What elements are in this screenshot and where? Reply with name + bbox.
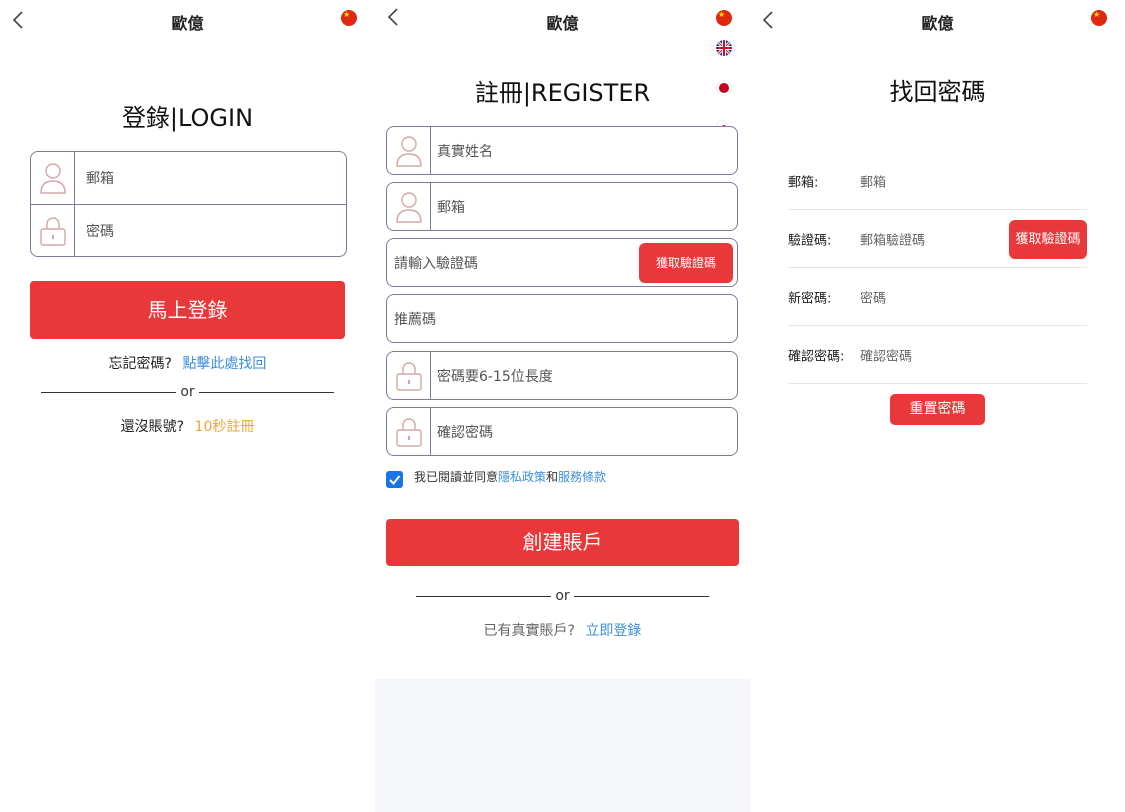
reset-password-button[interactable]: 重置密碼 bbox=[890, 394, 985, 425]
user-icon bbox=[387, 183, 431, 230]
email-code-input[interactable]: 郵箱驗證碼 bbox=[860, 229, 925, 248]
referral-placeholder: 推薦碼 bbox=[394, 311, 436, 328]
or-divider: or bbox=[0, 384, 375, 400]
code-row: 驗證碼: 郵箱驗證碼 獲取驗證碼 bbox=[788, 210, 1087, 268]
confirm-password-field[interactable]: 確認密碼 bbox=[386, 407, 738, 456]
register-link[interactable]: 10秒註冊 bbox=[195, 419, 255, 435]
or-text: or bbox=[180, 384, 195, 400]
email-field[interactable]: 郵箱 bbox=[31, 152, 346, 205]
login-screen: 歐億 登錄|LOGIN 郵箱 密碼 馬上登錄 忘記密碼? 點擊此處找回 or 還… bbox=[0, 0, 375, 812]
user-icon bbox=[387, 127, 431, 174]
flag-china-icon[interactable] bbox=[1091, 10, 1107, 26]
agreement-row: 我已閱讀並同意隱私政策和服務條款 bbox=[386, 470, 738, 490]
confirm-password-row: 確認密碼: 確認密碼 bbox=[788, 326, 1087, 384]
password-placeholder: 密碼 bbox=[86, 224, 114, 240]
privacy-policy-link[interactable]: 隱私政策 bbox=[498, 470, 546, 484]
reset-password-screen: 歐億 找回密碼 郵箱: 郵箱 驗證碼: 郵箱驗證碼 獲取驗證碼 新密碼: 密碼 … bbox=[750, 0, 1125, 812]
get-code-button[interactable]: 獲取驗證碼 bbox=[639, 243, 733, 283]
divider-line bbox=[415, 595, 551, 597]
or-divider: or bbox=[375, 588, 750, 604]
agreement-text: 我已閱讀並同意隱私政策和服務條款 bbox=[414, 470, 606, 484]
checkmark-icon bbox=[389, 475, 401, 485]
login-form-box: 郵箱 密碼 bbox=[30, 151, 347, 257]
password-placeholder: 密碼要6-15位長度 bbox=[437, 368, 553, 385]
email-placeholder: 郵箱 bbox=[86, 171, 114, 187]
email-row: 郵箱: 郵箱 bbox=[788, 152, 1087, 210]
new-password-input[interactable]: 密碼 bbox=[860, 287, 886, 306]
lock-icon bbox=[387, 352, 431, 399]
code-placeholder: 請輸入驗證碼 bbox=[394, 255, 478, 272]
login-title: 登錄|LOGIN bbox=[121, 104, 254, 132]
code-label: 驗證碼: bbox=[788, 233, 832, 248]
create-account-button[interactable]: 創建賬戶 bbox=[386, 519, 739, 566]
divider-line bbox=[40, 391, 176, 393]
or-text: or bbox=[555, 588, 570, 604]
forgot-row: 忘記密碼? 點擊此處找回 bbox=[0, 353, 375, 373]
new-password-label: 新密碼: bbox=[788, 291, 832, 306]
flag-uk-icon[interactable] bbox=[716, 40, 732, 56]
verification-code-field[interactable]: 請輸入驗證碼 獲取驗證碼 bbox=[386, 238, 738, 287]
get-code-button[interactable]: 獲取驗證碼 bbox=[1009, 220, 1087, 259]
password-field[interactable]: 密碼要6-15位長度 bbox=[386, 351, 738, 400]
forgot-password-link[interactable]: 點擊此處找回 bbox=[182, 356, 266, 372]
flag-china-icon[interactable] bbox=[341, 10, 357, 26]
register-screen: 歐億 註冊|REGISTER 真實姓名 郵箱 請輸入驗證碼 獲取驗證碼 推薦碼 … bbox=[375, 0, 750, 812]
register-title: 註冊|REGISTER bbox=[474, 79, 651, 107]
email-input[interactable]: 郵箱 bbox=[860, 171, 886, 190]
divider-line bbox=[574, 595, 710, 597]
agree-prefix: 我已閱讀並同意 bbox=[414, 470, 499, 484]
confirm-placeholder: 確認密碼 bbox=[437, 424, 493, 441]
header: 歐億 bbox=[0, 0, 375, 40]
confirm-password-input[interactable]: 確認密碼 bbox=[860, 345, 912, 364]
forgot-text: 忘記密碼? bbox=[108, 356, 172, 372]
flag-china-icon[interactable] bbox=[716, 10, 732, 26]
new-password-row: 新密碼: 密碼 bbox=[788, 268, 1087, 326]
email-field[interactable]: 郵箱 bbox=[386, 182, 738, 231]
confirm-password-label: 確認密碼: bbox=[788, 349, 845, 364]
email-placeholder: 郵箱 bbox=[437, 199, 465, 216]
user-icon bbox=[31, 152, 75, 205]
realname-placeholder: 真實姓名 bbox=[437, 143, 493, 160]
and-text: 和 bbox=[546, 470, 559, 484]
lock-icon bbox=[31, 205, 75, 257]
terms-link[interactable]: 服務條款 bbox=[558, 470, 606, 484]
password-field[interactable]: 密碼 bbox=[31, 205, 346, 257]
agree-checkbox[interactable] bbox=[386, 471, 403, 488]
page-title: 歐億 bbox=[921, 14, 954, 33]
login-now-link[interactable]: 立即登錄 bbox=[585, 623, 641, 639]
header: 歐億 bbox=[375, 0, 750, 56]
page-title: 歐億 bbox=[546, 14, 579, 33]
lock-icon bbox=[387, 408, 431, 455]
referral-field[interactable]: 推薦碼 bbox=[386, 294, 738, 343]
reset-title: 找回密碼 bbox=[889, 78, 986, 106]
have-account-text: 已有真實賬戶? bbox=[483, 623, 575, 639]
login-row: 已有真實賬戶? 立即登錄 bbox=[375, 620, 750, 640]
footer-area bbox=[375, 679, 750, 812]
no-account-text: 還沒賬號? bbox=[120, 419, 185, 435]
email-label: 郵箱: bbox=[788, 175, 819, 190]
login-button[interactable]: 馬上登錄 bbox=[30, 281, 345, 339]
realname-field[interactable]: 真實姓名 bbox=[386, 126, 738, 175]
divider-line bbox=[199, 391, 335, 393]
page-title: 歐億 bbox=[171, 14, 204, 33]
header: 歐億 bbox=[750, 0, 1125, 40]
register-row: 還沒賬號? 10秒註冊 bbox=[0, 416, 375, 436]
